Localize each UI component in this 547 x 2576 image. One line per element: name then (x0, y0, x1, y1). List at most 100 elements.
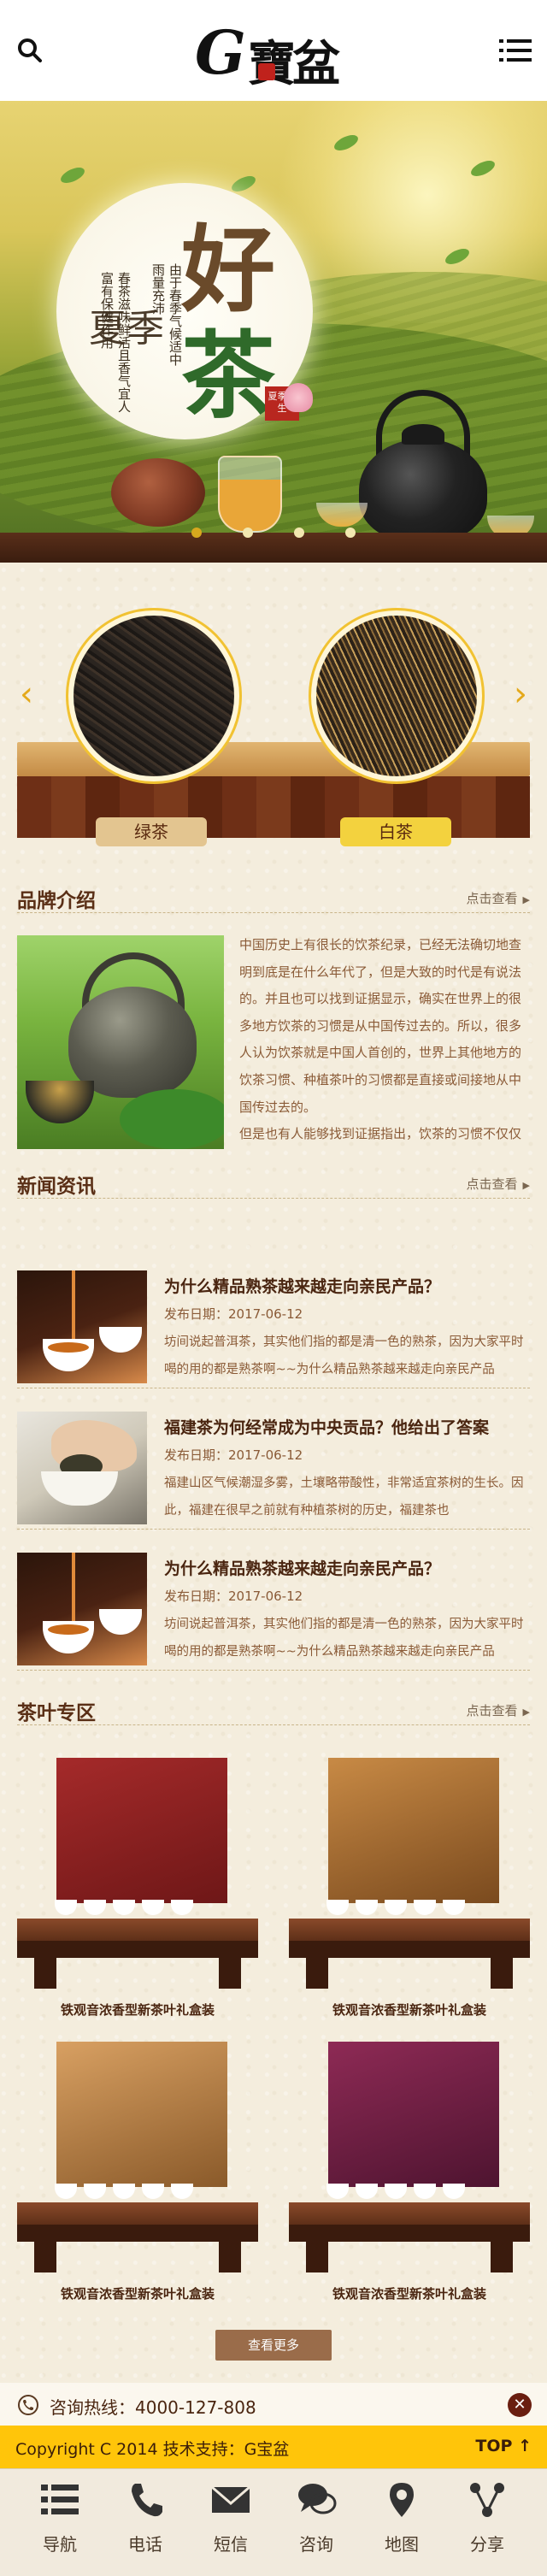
bottom-navigation: 导航 电话 短信 咨询 地图 分享 (0, 2468, 547, 2576)
banner-vertical-text: 春茶滋味鲜活且香气宜人 (116, 272, 132, 413)
news-section-header: 新闻资讯 点击查看 ▶ (17, 1164, 530, 1199)
brand-description: 中国历史上有很长的饮茶纪录，已经无法确切地查明到底是在什么年代了，但是大致的时代… (239, 932, 530, 1152)
nav-item-navigation[interactable]: 导航 (17, 2481, 103, 2567)
chevron-left-icon[interactable]: ‹ (15, 677, 38, 711)
nav-label: 咨询 (299, 2534, 333, 2555)
view-more-button[interactable]: 查看更多 (215, 2330, 332, 2361)
news-date: 发布日期：2017-06-12 (164, 1306, 303, 1322)
tea-category-label[interactable]: 白茶 (340, 817, 451, 846)
products-section-header: 茶叶专区 点击查看 ▶ (17, 1691, 530, 1725)
logo-text: 寶盆 (248, 36, 340, 92)
news-item[interactable]: 为什么精品熟茶越来越走向亲民产品？ 发布日期：2017-06-12 坊间说起普洱… (17, 1269, 530, 1388)
product-card[interactable]: 铁观音浓香型新茶叶礼盒装 (17, 1758, 258, 2031)
news-title[interactable]: 为什么精品熟茶越来越走向亲民产品？ (164, 1274, 440, 1297)
news-summary: 福建山区气候潮湿多雾，土壤略带酸性，非常适宜茶树的生长。因此，福建在很早之前就有… (164, 1477, 524, 1518)
copyright-text: Copyright C 2014 技术支持：G宝盆 (15, 2440, 290, 2459)
nav-item-sms[interactable]: 短信 (188, 2481, 274, 2567)
glass-pitcher (218, 456, 282, 533)
brand-paragraph: 但是也有人能够找到证据指出，饮茶的习惯不仅仅是中国人发明的，在世界上的其他一些地… (239, 1126, 522, 1142)
news-thumbnail[interactable] (17, 1412, 147, 1524)
shelf-front (17, 776, 530, 838)
product-name[interactable]: 铁观音浓香型新茶叶礼盒装 (17, 2001, 258, 2019)
chevron-right-icon[interactable]: › (509, 677, 532, 711)
product-image[interactable] (17, 1758, 258, 1989)
nav-item-share[interactable]: 分享 (444, 2481, 530, 2567)
clay-teapot (111, 458, 205, 527)
news-thumbnail[interactable] (17, 1553, 147, 1665)
brand-section-header: 品牌介绍 点击查看 ▶ (17, 879, 530, 913)
product-image[interactable] (289, 2042, 530, 2272)
news-item[interactable]: 福建茶为何经常成为中央贡品？他给出了答案 发布日期：2017-06-12 福建山… (17, 1410, 530, 1530)
leaf-decoration (58, 164, 87, 186)
product-image[interactable] (289, 1758, 530, 1989)
map-pin-icon (390, 2483, 414, 2517)
pagination-dot[interactable] (191, 528, 202, 538)
news-date: 发布日期：2017-06-12 (164, 1447, 303, 1463)
lotus-decoration (284, 383, 313, 412)
news-item[interactable]: 为什么精品熟茶越来越走向亲民产品？ 发布日期：2017-06-12 坊间说起普洱… (17, 1551, 530, 1671)
menu-icon[interactable] (499, 38, 532, 62)
pagination-dot[interactable] (243, 528, 253, 538)
pagination-dot[interactable] (294, 528, 304, 538)
product-name[interactable]: 铁观音浓香型新茶叶礼盒装 (17, 2284, 258, 2302)
arrow-up-icon: ↑ (518, 2437, 532, 2455)
green-tea-image[interactable] (68, 610, 239, 781)
product-image[interactable] (17, 2042, 258, 2272)
view-more-link[interactable]: 点击查看 ▶ (467, 889, 530, 907)
banner-vertical-text: 由于春季气候适中 (168, 263, 183, 366)
banner-vertical-text: 雨量充沛 (150, 263, 166, 315)
pagination-dot[interactable] (345, 528, 356, 538)
banner-vertical-text: 富有保健作用 (99, 272, 115, 349)
triangle-right-icon: ▶ (522, 1707, 530, 1718)
phone-icon (18, 2395, 38, 2415)
phone-icon (132, 2484, 162, 2517)
hotline-text[interactable]: 咨询热线：4000-127-808 (50, 2394, 256, 2419)
view-more-link[interactable]: 点击查看 ▶ (467, 1175, 530, 1193)
brand-paragraph: 中国历史上有很长的饮茶纪录，已经无法确切地查明到底是在什么年代了，但是大致的时代… (239, 937, 522, 1115)
news-summary: 坊间说起普洱茶，其实他们指的都是清一色的熟茶，因为大家平时喝的用的都是熟茶啊~~… (164, 1335, 524, 1376)
triangle-right-icon: ▶ (522, 894, 530, 905)
news-title[interactable]: 福建茶为何经常成为中央贡品？他给出了答案 (164, 1415, 489, 1438)
nav-label: 电话 (128, 2534, 162, 2555)
news-summary: 坊间说起普洱茶，其实他们指的都是清一色的熟茶，因为大家平时喝的用的都是熟茶啊~~… (164, 1618, 524, 1659)
news-thumbnail[interactable] (17, 1270, 147, 1383)
mail-icon (211, 2485, 250, 2513)
nav-item-phone[interactable]: 电话 (103, 2481, 188, 2567)
brand-image (17, 935, 224, 1149)
nav-label: 地图 (385, 2534, 419, 2555)
section-title: 新闻资讯 (17, 1176, 96, 1198)
nav-label: 分享 (470, 2534, 504, 2555)
news-date: 发布日期：2017-06-12 (164, 1589, 303, 1604)
banner-pagination (0, 525, 547, 538)
white-tea-image[interactable] (311, 610, 482, 781)
nav-label: 短信 (214, 2534, 248, 2555)
product-card[interactable]: 铁观音浓香型新茶叶礼盒装 (289, 2042, 530, 2315)
hero-banner[interactable]: 夏季 好 茶 由于春季气候适中 雨量充沛 春茶滋味鲜活且香气宜人 富有保健作用 … (0, 101, 547, 563)
nav-item-consult[interactable]: 咨询 (274, 2481, 359, 2567)
copyright-bar: Copyright C 2014 技术支持：G宝盆 TOP ↑ (0, 2426, 547, 2468)
share-icon (470, 2483, 504, 2517)
product-name[interactable]: 铁观音浓香型新茶叶礼盒装 (289, 2284, 530, 2302)
tea-category-carousel: ‹ › 绿茶 白茶 (0, 575, 547, 865)
section-title: 品牌介绍 (17, 890, 96, 912)
back-to-top-button[interactable]: TOP ↑ (475, 2437, 532, 2455)
hotline-bar: 咨询热线：4000-127-808 ✕ (0, 2383, 547, 2426)
section-title: 茶叶专区 (17, 1702, 96, 1724)
view-more-link[interactable]: 点击查看 ▶ (467, 1701, 530, 1719)
product-card[interactable]: 铁观音浓香型新茶叶礼盒装 (17, 2042, 258, 2315)
tea-tray (0, 533, 547, 563)
close-icon[interactable]: ✕ (508, 2393, 532, 2417)
product-name[interactable]: 铁观音浓香型新茶叶礼盒装 (289, 2001, 530, 2019)
triangle-right-icon: ▶ (522, 1180, 530, 1191)
logo-seal (258, 63, 275, 80)
search-icon[interactable] (17, 38, 43, 63)
tea-category-label[interactable]: 绿茶 (96, 817, 207, 846)
site-logo[interactable]: G 寶盆 (195, 15, 357, 92)
nav-item-map[interactable]: 地图 (359, 2481, 444, 2567)
list-icon (41, 2485, 79, 2514)
leaf-decoration (229, 173, 258, 195)
chat-icon (298, 2484, 337, 2514)
product-card[interactable]: 铁观音浓香型新茶叶礼盒装 (289, 1758, 530, 2031)
banner-title-big-2: 茶 (181, 321, 275, 431)
news-title[interactable]: 为什么精品熟茶越来越走向亲民产品？ (164, 1556, 440, 1579)
